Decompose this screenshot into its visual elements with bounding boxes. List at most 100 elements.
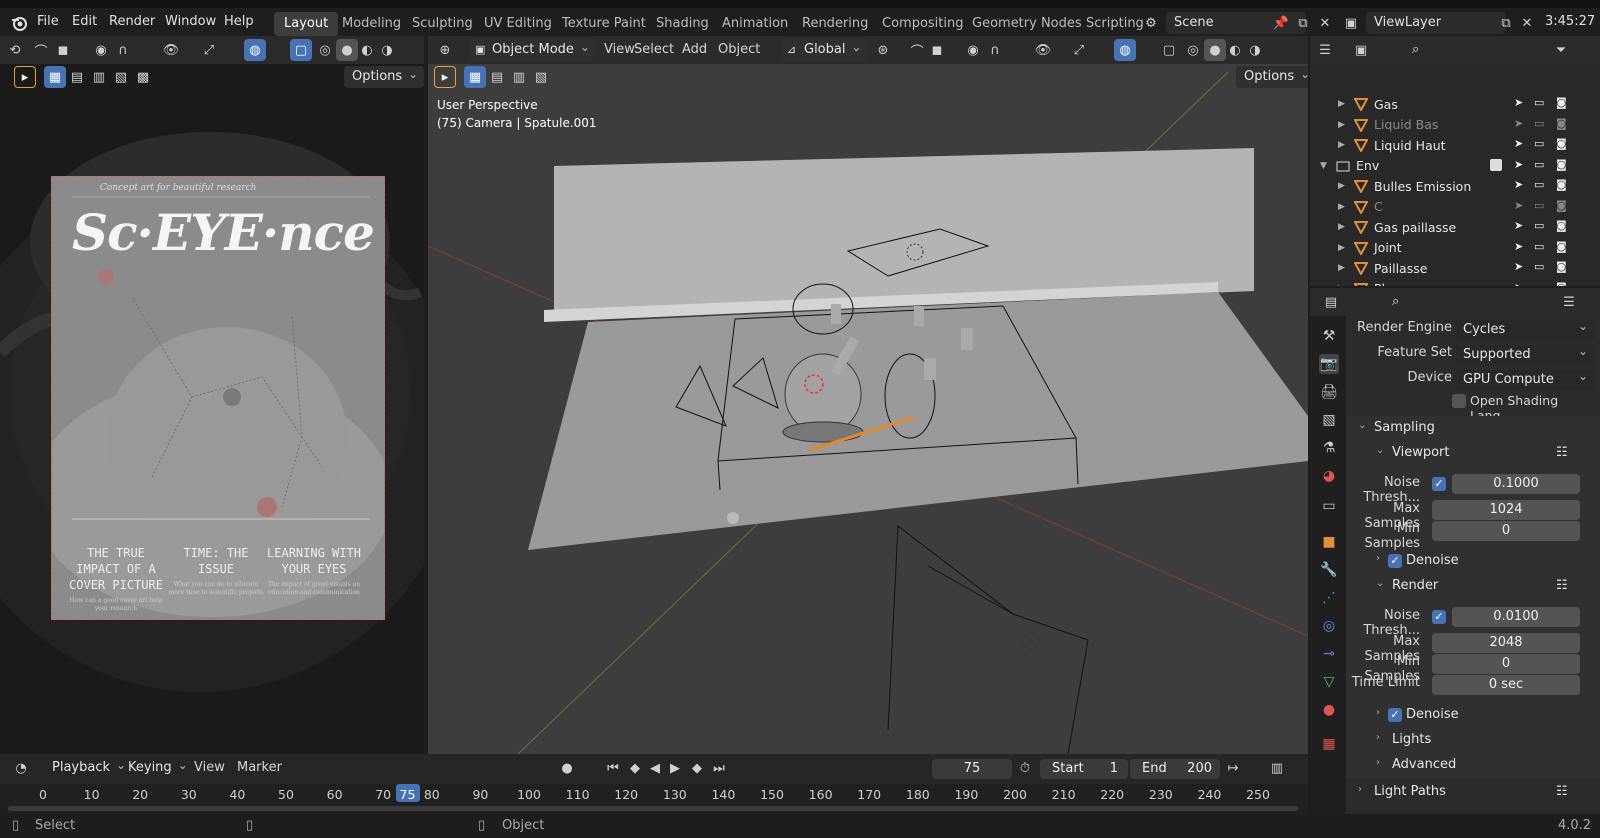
tab-sculpting[interactable]: Sculpting [402,12,483,36]
menu-edit[interactable]: Edit [72,14,97,29]
expand-toggle-icon[interactable]: ▶ [1338,222,1345,232]
render-icon[interactable]: ◙ [1556,260,1570,274]
transform-orientation-dropdown[interactable]: ⊿ Global [782,36,868,61]
frame-range-icon[interactable]: ↦ [1222,757,1244,779]
light-paths-presets-icon[interactable]: ☷ [1556,784,1568,799]
view-layer-field[interactable]: ViewLayer [1366,12,1506,34]
tab-texture-paint[interactable]: Texture Paint [552,12,656,36]
expand-toggle-icon[interactable]: ▶ [1338,120,1345,130]
select-icon[interactable]: ➤ [1514,117,1528,131]
select-box-subtract-icon[interactable]: ▥ [88,66,110,88]
viewport-menu-add[interactable]: Add [682,42,707,57]
outliner-editor-type-icon[interactable]: ☰ [1314,39,1336,61]
sampling-header[interactable]: Sampling [1374,420,1435,435]
viewport-icon[interactable]: ▭ [1534,240,1548,254]
tab-compositing[interactable]: Compositing [872,12,974,36]
viewport-icon[interactable]: ▭ [1534,178,1548,192]
jump-start-icon[interactable]: ⏮ [602,757,624,779]
outliner-row[interactable]: ▶ Paillasse ➤ ▭ ◙ [1310,258,1600,278]
blender-logo-icon[interactable] [10,14,28,32]
select-icon[interactable]: ➤ [1514,281,1528,287]
options-dropdown-viewport[interactable]: Options [1236,63,1308,88]
viewport-icon[interactable]: ▭ [1534,260,1548,274]
outliner-row[interactable]: ▼ Env ➤ ▭ ◙ [1310,156,1600,176]
viewport-material-icon[interactable]: ◐ [1224,39,1246,61]
particles-tab-icon[interactable]: ⋰ [1319,588,1339,608]
render-icon[interactable]: ◙ [1556,117,1570,131]
viewport-select-new-icon[interactable]: ▦ [464,66,486,88]
gizmo-icon[interactable]: ⤢ [198,39,220,61]
jump-keyframe-back-icon[interactable]: ◆ [624,757,646,779]
osl-checkbox[interactable] [1452,394,1466,408]
select-box-extend-icon[interactable]: ▤ [66,66,88,88]
viewport-overlay-icon[interactable]: ◍ [1114,39,1136,61]
viewport-wireframe-icon[interactable]: ◎ [1182,39,1204,61]
proportional-icon[interactable]: ◉ [90,39,112,61]
viewport-icon[interactable]: ▭ [1534,219,1548,233]
new-scene-icon[interactable]: ⧉ [1292,12,1314,34]
image-editor-area[interactable]: ⟲ ⌒ ◼ ◉ ∩ 👁 ⤢ ◍ ▢ ◎ ● ◐ ◑ ▸ ▦ ▤ ▥ ▧ ▩ Op… [0,36,424,754]
timeline-scrollbar[interactable] [8,806,1298,811]
r-denoise-label[interactable]: Denoise [1406,707,1459,722]
material-tab-icon[interactable]: ● [1319,700,1339,720]
play-icon[interactable]: ▶ [664,757,686,779]
close-scene-icon[interactable]: ✕ [1314,12,1336,34]
viewport-icon[interactable]: ▭ [1534,158,1548,172]
expand-toggle-icon[interactable]: ▶ [1338,243,1345,253]
viewport-snap-icon[interactable]: ⌒ [906,39,928,61]
vp-noise-field[interactable]: 0.1000 [1452,474,1580,494]
render-icon[interactable]: ◙ [1556,240,1570,254]
expand-toggle-icon[interactable]: ▶ [1338,181,1345,191]
tool-tab-icon[interactable]: ⚒ [1319,326,1339,346]
jump-end-icon[interactable]: ⏭ [708,757,730,779]
render-icon[interactable]: ◙ [1556,281,1570,287]
visibility-icon[interactable]: 👁 [160,39,182,61]
viewport-collapse-icon[interactable]: ⌄ [1376,445,1384,456]
render-icon[interactable]: ◙ [1556,219,1570,233]
denoise-expand-icon[interactable]: › [1376,553,1380,564]
object-mode-dropdown[interactable]: ▣ Object Mode [470,36,596,61]
output-tab-icon[interactable]: 🖨 [1319,382,1339,402]
playback-menu[interactable]: Playback [44,754,132,779]
properties-options-icon[interactable]: ☰ [1558,291,1580,313]
options-dropdown-left[interactable]: Options [344,63,424,88]
pin-icon[interactable]: 📌 [1270,12,1292,34]
menu-file[interactable]: File [37,14,59,29]
expand-toggle-icon[interactable]: ▶ [1338,140,1345,150]
expand-toggle-icon[interactable]: ▼ [1320,161,1327,171]
editor-type-icon[interactable]: ⟲ [4,39,26,61]
exclude-checkbox[interactable] [1490,158,1502,171]
feature-set-select[interactable]: Supported [1456,341,1594,365]
timeline-editor-type-icon[interactable]: ◔ [10,757,32,779]
tab-animation[interactable]: Animation [712,12,798,36]
device-select[interactable]: GPU Compute [1456,366,1594,390]
viewport-icon[interactable]: ▭ [1534,281,1548,287]
viewport-visibility-icon[interactable]: 👁 [1032,39,1054,61]
r-min-field[interactable]: 0 [1432,654,1580,674]
view-layer-icon[interactable]: ▣ [1340,12,1362,34]
timeline[interactable]: ◔ Playback Keying View Marker ● ⏮ ◆ ◀ ▶ … [0,754,1308,814]
select-box-new-icon[interactable]: ▦ [44,66,66,88]
outliner-search-input[interactable]: ⌕ [1406,39,1526,61]
viewport-presets-icon[interactable]: ☷ [1556,445,1568,460]
time-limit-field[interactable]: 0 sec [1432,675,1580,695]
world-tab-icon[interactable]: ◕ [1319,466,1339,486]
scene-tab-icon[interactable]: ⚗ [1319,438,1339,458]
jump-keyframe-forward-icon[interactable]: ◆ [686,757,708,779]
viewport-icon[interactable]: ▭ [1534,117,1548,131]
outliner-row[interactable]: ▶ Plane ➤ ▭ ◙ [1310,279,1600,287]
lights-expand-icon[interactable]: › [1376,732,1380,743]
outliner-row[interactable]: ▶ Gas ➤ ▭ ◙ [1310,94,1600,114]
play-reverse-icon[interactable]: ◀ [644,757,666,779]
snap-icon[interactable]: ⌒ [30,39,52,61]
select-icon[interactable]: ➤ [1514,219,1528,233]
falloff-icon[interactable]: ∩ [112,39,134,61]
outliner-row[interactable]: ▶ Gas paillasse ➤ ▭ ◙ [1310,217,1600,237]
menu-window[interactable]: Window [165,14,216,29]
render-icon[interactable]: ◙ [1556,199,1570,213]
stopwatch-icon[interactable]: ⏱ [1014,757,1036,779]
viewport-menu-select[interactable]: Select [634,42,674,57]
select-icon[interactable]: ➤ [1514,158,1528,172]
new-view-layer-icon[interactable]: ⧉ [1495,12,1517,34]
render-subpanel-header[interactable]: Render [1392,578,1438,593]
